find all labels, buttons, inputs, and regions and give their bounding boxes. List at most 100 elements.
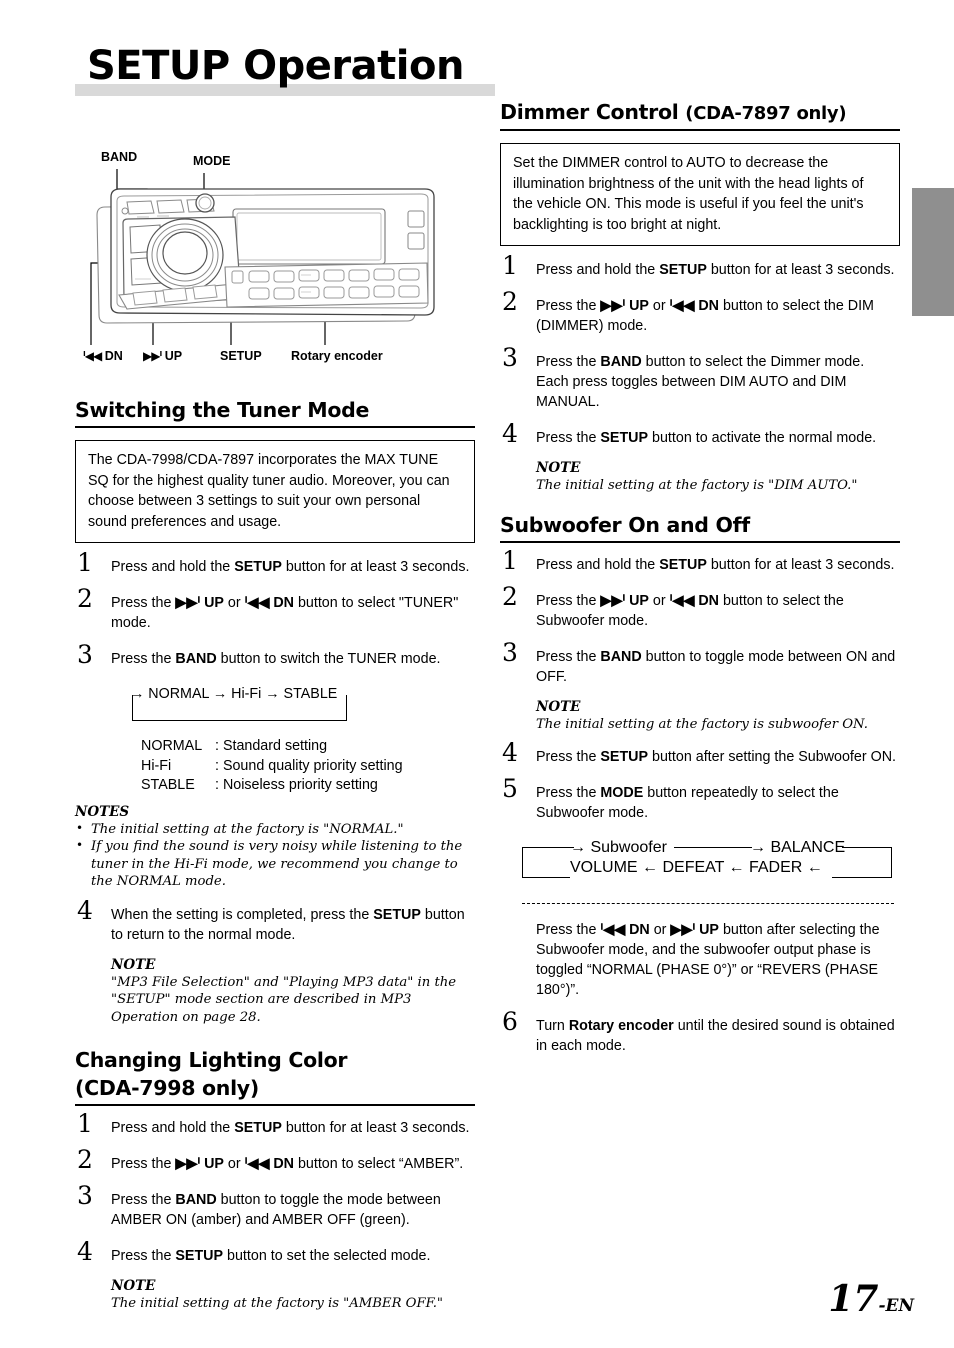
numbered-step: 3 Press the BAND button to select the Dim… [500,345,900,412]
legend-key: NORMAL [141,738,203,754]
dashed-separator [522,903,894,904]
left-column: Switching the Tuner Mode The CDA-7998/CD… [75,398,475,1327]
legend-value: : Noiseless priority setting [215,777,378,793]
page-number: 17-EN [828,1281,914,1324]
legend-value: : Sound quality priority setting [215,757,403,774]
notes-list: The initial setting at the factory is "N… [75,820,475,891]
subwoofer-mode-cycle-diagram: → Subwoofer → BALANCE VOLUME ← DEFEAT ← … [522,839,894,885]
step-number: 2 [502,287,518,316]
cycle-nodes-bottom-row: VOLUME ← DEFEAT ← FADER ← [570,859,823,876]
numbered-step: 1 Press and hold the SETUP button for at … [75,1111,475,1138]
step-text: Press the SETUP button to activate the n… [536,430,877,446]
page-title-block: SETUP Operation [75,43,495,96]
subwoofer-phase-paragraph: Press the ᑊ◀◀ DN or ▶▶ᑊ UP button after … [536,922,880,998]
section-heading: Subwoofer On and Off [500,512,750,537]
numbered-step: 2 Press the ▶▶ᑊ UP or ᑊ◀◀ DN button to se… [75,1147,475,1174]
step-text: Press the ▶▶ᑊ UP or ᑊ◀◀ DN button to sel… [536,298,874,334]
tuner-mode-cycle-diagram: → NORMAL → Hi-Fi → STABLE [130,685,355,727]
step-text: Press the BAND button to toggle the mode… [111,1192,441,1228]
figure-label-dn-text: DN [104,349,123,363]
step-number: 2 [77,1145,93,1174]
cycle-node-balance: → BALANCE [750,839,846,856]
step-text: Press the MODE button repeatedly to sele… [536,785,839,821]
step-number: 3 [502,637,518,667]
cycle-line-bottom-right [832,877,892,878]
numbered-step: 2 Press the ▶▶ᑊ UP or ᑊ◀◀ DN button to se… [500,289,900,336]
tuner-notes-block: NOTES The initial setting at the factory… [75,804,475,891]
section-heading-main: Dimmer Control [500,100,686,124]
step-text: Press the BAND button to toggle mode bet… [536,648,896,685]
note-text: The initial setting at the factory is "A… [111,1296,443,1311]
step-number: 2 [77,584,93,613]
step-text: Press and hold the SETUP button for at l… [111,559,470,575]
skip-back-icon: ᑊ◀◀ [83,349,102,363]
head-unit-diagram: BAND MODE ᑊ◀◀ DN ▶▶ᑊ UP SETUP Rotary enc… [75,145,485,375]
numbered-step: 6 Turn Rotary encoder until the desired s… [500,1009,900,1056]
step-number: 4 [502,419,518,448]
numbered-step: 3 Press the BAND button to toggle the mod… [75,1183,475,1230]
section-switching-tuner-mode: Switching the Tuner Mode The CDA-7998/CD… [75,398,475,1026]
right-column: Dimmer Control (CDA-7897 only) Set the D… [500,100,900,1072]
figure-label-up: ▶▶ᑊ UP [143,349,182,363]
figure-label-setup: SETUP [220,349,262,363]
section-changing-lighting-color: Changing Lighting Color (CDA-7998 only) … [75,1048,475,1313]
numbered-step: 4 Press the SETUP button after setting th… [500,740,900,767]
step-number: 3 [502,343,518,372]
section-heading: Switching the Tuner Mode [75,398,370,422]
tuner-step-4: 4 When the setting is completed, press th… [75,898,475,945]
step-text: Press and hold the SETUP button for at l… [536,556,895,573]
section-subwoofer-on-and-off: Subwoofer On and Off 1 Press and hold the… [500,513,900,1057]
step-number: 2 [502,581,518,611]
tuner-mp3-note-block: NOTE "MP3 File Selection" and "Playing M… [111,957,475,1027]
step-text: When the setting is completed, press the… [111,906,465,943]
lighting-note-block: NOTE The initial setting at the factory … [111,1278,475,1313]
step-number: 4 [502,738,518,767]
note-title: NOTE [536,698,581,715]
tuner-mode-legend: NORMAL: Standard setting Hi-Fi: Sound qua… [141,737,475,796]
notes-title: NOTES [75,803,130,820]
page-title: SETUP Operation [87,43,464,89]
legend-row: Hi-Fi: Sound quality priority setting [141,757,475,777]
lighting-steps-list: 1 Press and hold the SETUP button for at … [75,1111,475,1266]
numbered-step: 4 When the setting is completed, press th… [75,898,475,945]
note-text: The initial setting at the factory is "D… [536,478,858,493]
dimmer-steps-list: 1 Press and hold the SETUP button for at … [500,253,900,448]
step-number: 1 [502,545,518,575]
step-number: 4 [77,1237,93,1266]
subwoofer-step-4: 4 Press the SETUP button after setting th… [500,740,900,767]
page-number-suffix: -EN [878,1296,914,1316]
subwoofer-note-block: NOTE The initial setting at the factory … [536,699,900,734]
note-text: "MP3 File Selection" and "Playing MP3 da… [111,974,457,1025]
step-text: Turn Rotary encoder until the desired so… [536,1018,895,1054]
step-number: 1 [77,548,93,577]
numbered-step: 3 Press the BAND button to switch the TUN… [75,642,475,669]
step-text: Press the BAND button to switch the TUNE… [111,651,441,667]
subwoofer-step-6: 6 Turn Rotary encoder until the desired s… [500,1009,900,1056]
subwoofer-steps-list: 1 Press and hold the SETUP button for at … [500,548,900,687]
numbered-step: 3 Press the BAND button to toggle mode be… [500,640,900,687]
legend-key: STABLE [141,777,195,793]
numbered-step: 2 Press the ▶▶ᑊ UP or ᑊ◀◀ DN button to se… [500,584,900,631]
step-text: Press the BAND button to select the Dimm… [536,354,865,410]
step-number: 6 [502,1007,518,1036]
numbered-step: 1 Press and hold the SETUP button for at … [75,550,475,577]
tuner-steps-list: 1 Press and hold the SETUP button for at … [75,550,475,669]
figure-label-up-text: UP [164,349,183,363]
cycle-line-top-middle [674,847,752,848]
figure-label-band: BAND [101,150,138,164]
note-title: NOTE [536,460,581,476]
note-item: The initial setting at the factory is "N… [75,820,475,839]
step-number: 3 [77,1181,93,1210]
legend-row: NORMAL: Standard setting [141,737,475,757]
step-text: Press and hold the SETUP button for at l… [536,262,895,278]
step-text: Press the ▶▶ᑊ UP or ᑊ◀◀ DN button to sel… [536,592,844,629]
section-divider [500,129,900,131]
step-number: 1 [77,1109,93,1138]
numbered-step: 1 Press and hold the SETUP button for at … [500,548,900,575]
legend-row: STABLE : Noiseless priority setting [141,776,475,796]
section-divider [75,426,475,428]
dimmer-intro-box: Set the DIMMER control to AUTO to decrea… [500,143,900,246]
numbered-step: 2 Press the ▶▶ᑊ UP or ᑊ◀◀ DN button to se… [75,586,475,633]
cycle-line-bottom-left [522,877,570,878]
step-text: Press the ▶▶ᑊ UP or ᑊ◀◀ DN button to sel… [111,595,459,631]
